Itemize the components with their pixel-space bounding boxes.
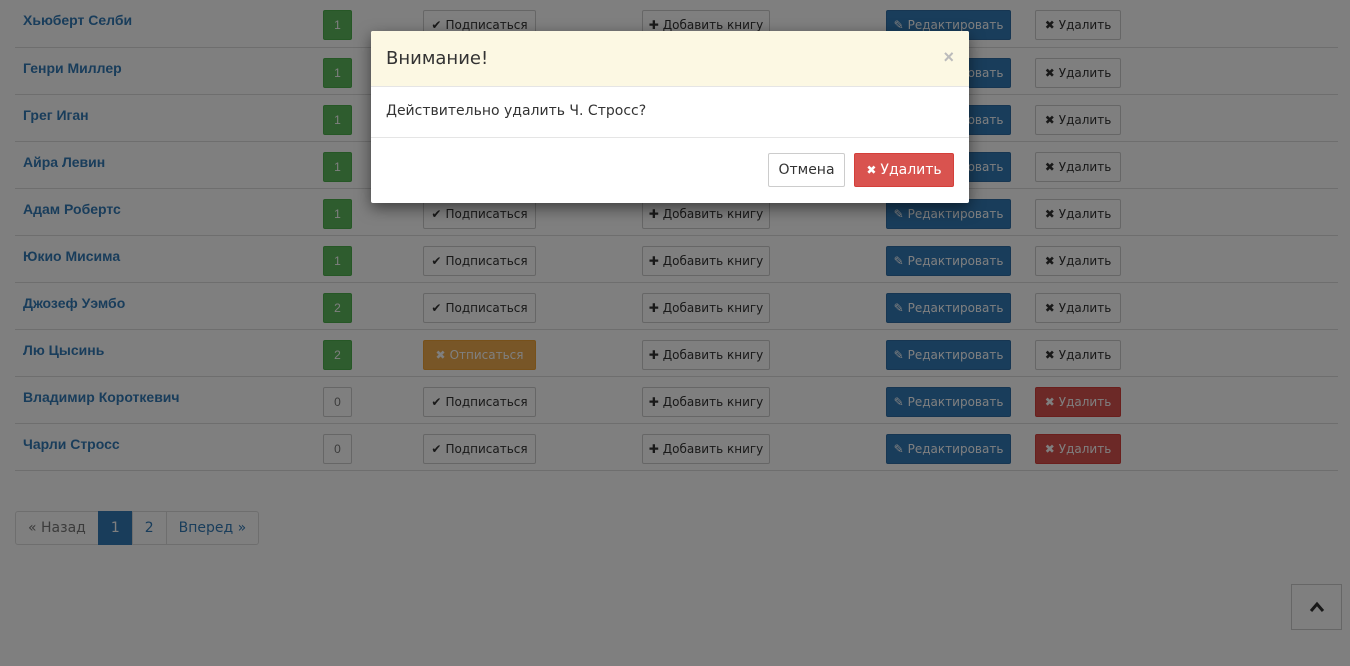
modal-title: Внимание!	[386, 48, 489, 69]
modal-message: Действительно удалить Ч. Стросс?	[386, 103, 647, 119]
cancel-button[interactable]: Отмена	[768, 153, 845, 187]
cancel-button-label: Отмена	[778, 162, 835, 178]
times-icon: ✖	[866, 163, 877, 177]
modal-body: Действительно удалить Ч. Стросс?	[371, 87, 969, 138]
confirm-delete-button[interactable]: ✖ Удалить	[854, 153, 954, 187]
modal-footer: Отмена ✖ Удалить	[371, 138, 969, 203]
close-icon[interactable]: ×	[943, 47, 954, 68]
confirm-delete-dialog: Внимание! × Действительно удалить Ч. Стр…	[371, 31, 969, 203]
modal-header: Внимание! ×	[371, 31, 969, 87]
confirm-delete-label: Удалить	[880, 162, 942, 178]
